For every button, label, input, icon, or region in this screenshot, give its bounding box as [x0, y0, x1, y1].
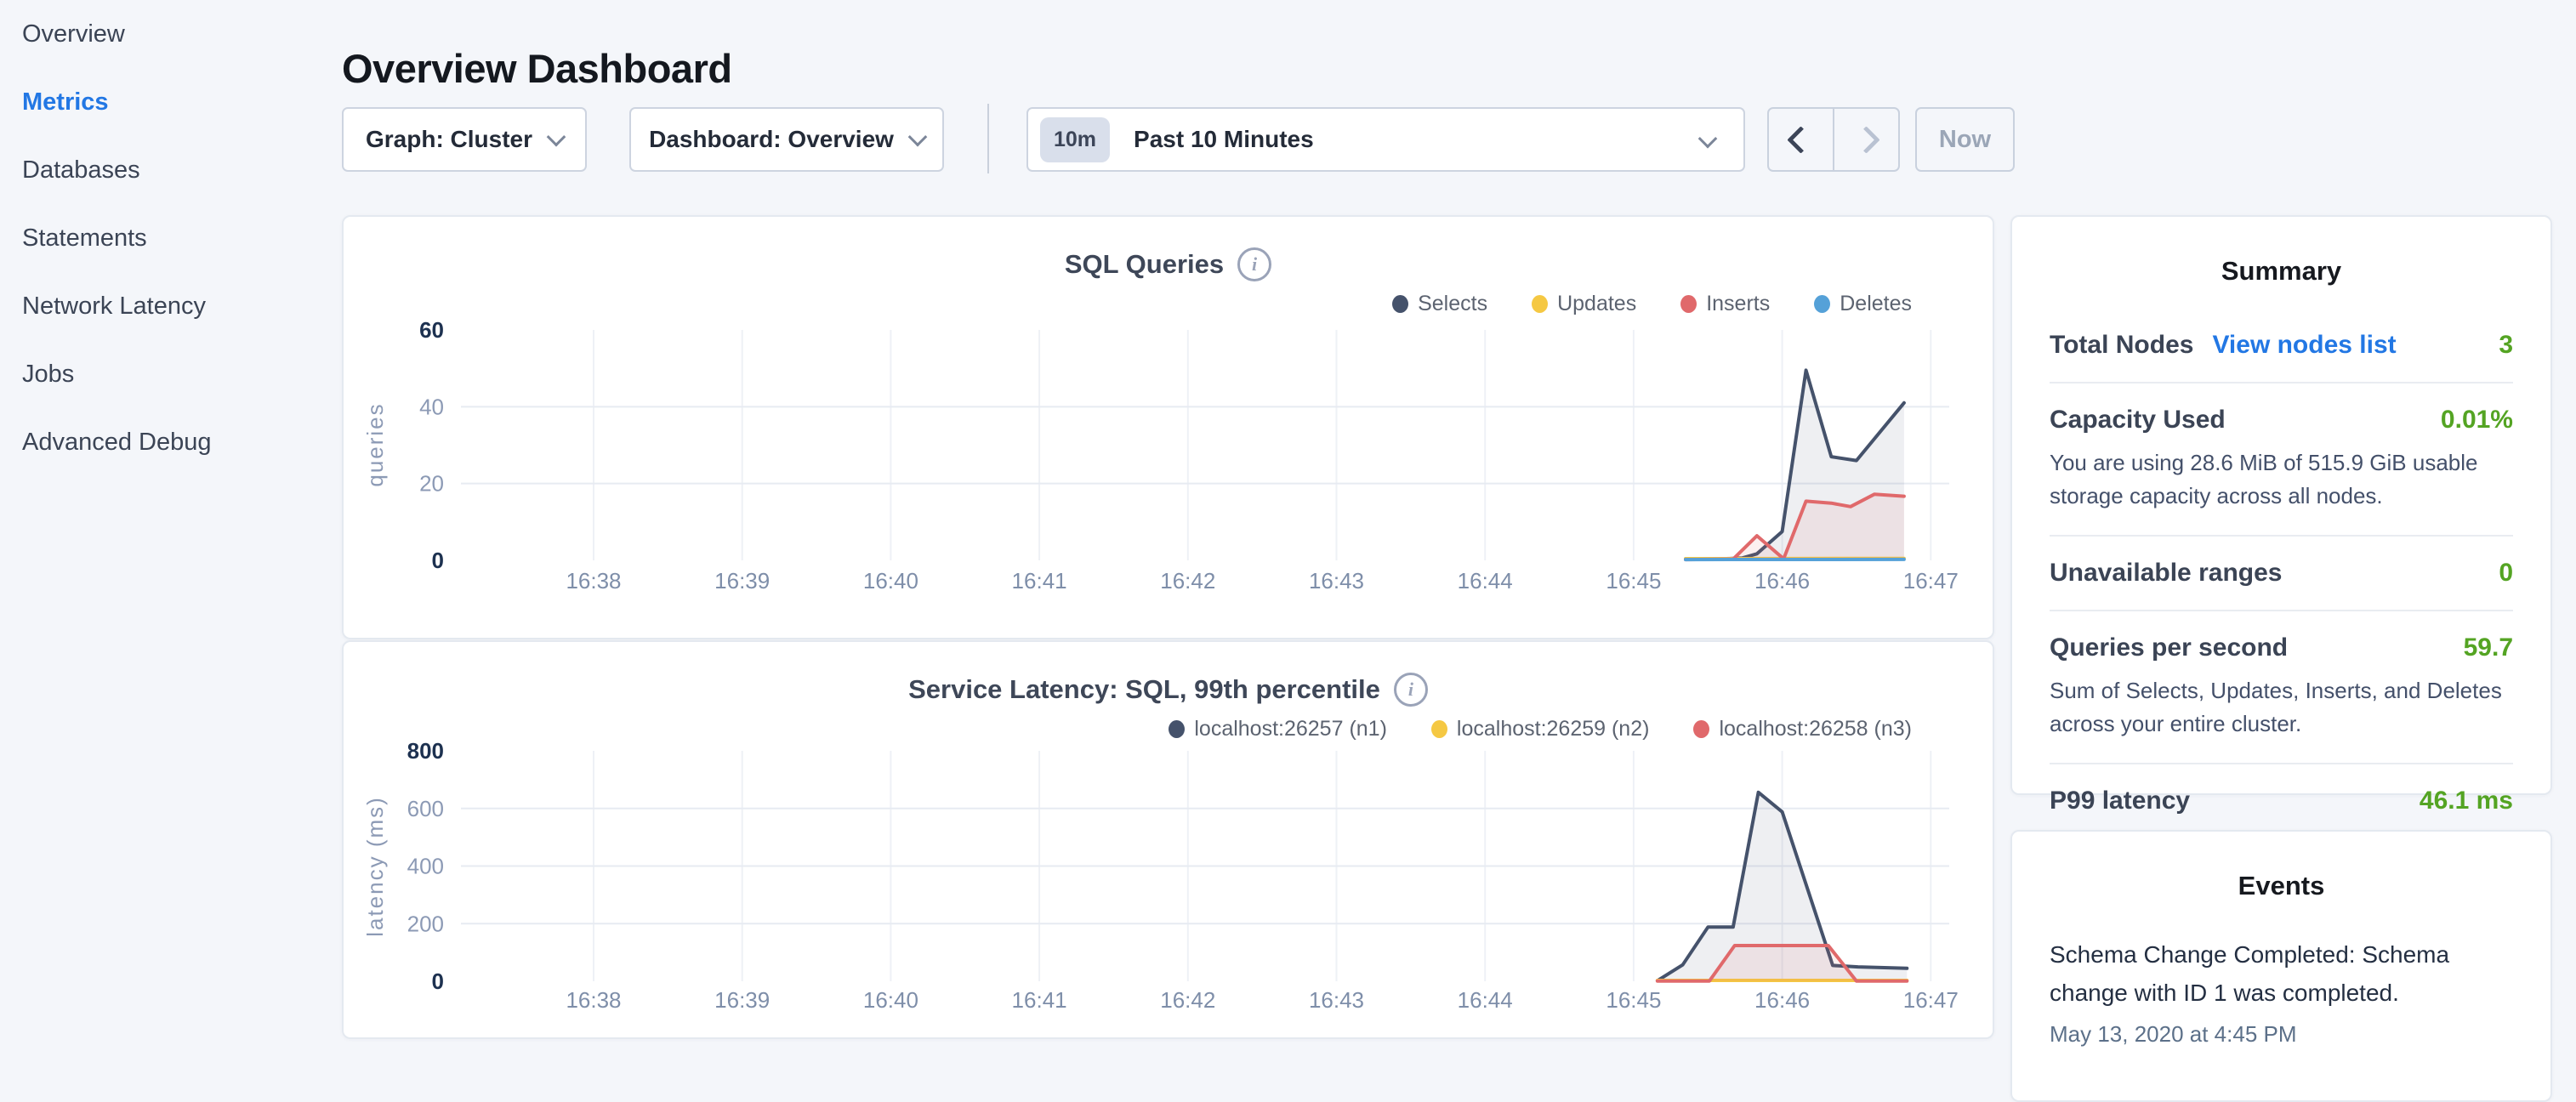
events-title: Events: [2050, 871, 2513, 901]
svg-text:latency (ms): latency (ms): [362, 796, 388, 937]
svg-text:16:43: 16:43: [1309, 568, 1364, 594]
time-back-button[interactable]: [1769, 109, 1833, 170]
summary-row-total-nodes: Total Nodes View nodes list 3: [2050, 331, 2513, 360]
service-latency-chart[interactable]: 0 200 400 600 800 16:38 16:39 16:40 16:41 16:42 16…: [344, 642, 1993, 1037]
summary-label: Queries per second: [2050, 633, 2288, 662]
svg-text:16:47: 16:47: [1903, 987, 1959, 1013]
svg-text:16:42: 16:42: [1160, 987, 1215, 1013]
svg-text:16:44: 16:44: [1458, 568, 1513, 594]
chevron-down-icon: [547, 128, 566, 147]
sql-queries-card: SQL Queries i Selects Updates Inserts De…: [342, 215, 1994, 639]
graph-scope-label: Graph: Cluster: [366, 126, 532, 153]
divider: [2050, 763, 2513, 764]
controls-bar: Graph: Cluster Dashboard: Overview 10m P…: [342, 107, 2043, 172]
sidebar-item-overview[interactable]: Overview: [0, 0, 340, 68]
svg-text:16:44: 16:44: [1458, 987, 1513, 1013]
svg-text:16:38: 16:38: [566, 987, 621, 1013]
graph-scope-dropdown[interactable]: Graph: Cluster: [342, 107, 587, 172]
time-forward-button[interactable]: [1833, 109, 1898, 170]
summary-subtext: You are using 28.6 MiB of 515.9 GiB usab…: [2050, 446, 2513, 513]
event-list-item[interactable]: Schema Change Completed: Schema change w…: [2050, 935, 2513, 1048]
sidebar-item-databases[interactable]: Databases: [0, 136, 340, 204]
summary-panel: Summary Total Nodes View nodes list 3 Ca…: [2010, 215, 2552, 795]
events-panel: Events Schema Change Completed: Schema c…: [2010, 830, 2552, 1102]
sidebar-item-statements[interactable]: Statements: [0, 204, 340, 272]
sql-queries-chart[interactable]: 0 20 40 60 16:38 16:39 16:40 16:41 16:42 16:43 16:…: [344, 217, 1993, 638]
svg-text:16:43: 16:43: [1309, 987, 1364, 1013]
divider: [2050, 610, 2513, 611]
page-title: Overview Dashboard: [342, 45, 732, 92]
svg-text:0: 0: [432, 969, 444, 994]
summary-label: P99 latency: [2050, 787, 2190, 815]
view-nodes-link[interactable]: View nodes list: [2212, 331, 2396, 360]
service-latency-card: Service Latency: SQL, 99th percentile i …: [342, 640, 1994, 1039]
time-range-badge: 10m: [1040, 117, 1110, 162]
event-text: Schema Change Completed: Schema change w…: [2050, 935, 2513, 1013]
svg-text:16:40: 16:40: [863, 568, 918, 594]
svg-text:16:42: 16:42: [1160, 568, 1215, 594]
time-nav-arrows: [1767, 107, 1900, 172]
summary-value: 0: [2499, 559, 2513, 588]
svg-text:16:41: 16:41: [1012, 568, 1067, 594]
svg-text:60: 60: [419, 317, 444, 343]
svg-text:16:39: 16:39: [714, 987, 770, 1013]
summary-subtext: Sum of Selects, Updates, Inserts, and De…: [2050, 674, 2513, 741]
svg-text:400: 400: [407, 854, 444, 879]
summary-row-p99: P99 latency 46.1 ms: [2050, 787, 2513, 815]
svg-text:600: 600: [407, 796, 444, 821]
svg-text:16:39: 16:39: [714, 568, 770, 594]
chevron-right-icon: [1852, 126, 1880, 154]
svg-text:16:47: 16:47: [1903, 568, 1959, 594]
chevron-down-icon: [908, 128, 928, 147]
summary-value: 3: [2499, 331, 2513, 360]
divider: [2050, 382, 2513, 383]
svg-text:queries: queries: [362, 402, 388, 486]
summary-row-qps: Queries per second 59.7 Sum of Selects, …: [2050, 633, 2513, 741]
summary-value: 59.7: [2464, 633, 2513, 662]
chevron-left-icon: [1787, 126, 1815, 154]
svg-text:16:41: 16:41: [1012, 987, 1067, 1013]
sidebar-item-metrics[interactable]: Metrics: [0, 68, 340, 136]
svg-text:16:45: 16:45: [1606, 987, 1661, 1013]
summary-row-capacity: Capacity Used 0.01% You are using 28.6 M…: [2050, 406, 2513, 513]
svg-text:16:40: 16:40: [863, 987, 918, 1013]
dashboard-label: Dashboard: Overview: [649, 126, 894, 153]
svg-text:200: 200: [407, 911, 444, 936]
summary-value: 46.1 ms: [2420, 787, 2513, 815]
time-range-label: Past 10 Minutes: [1134, 126, 1314, 153]
svg-text:40: 40: [419, 394, 444, 419]
time-range-dropdown[interactable]: 10m Past 10 Minutes: [1026, 107, 1745, 172]
svg-text:16:46: 16:46: [1754, 987, 1810, 1013]
svg-text:20: 20: [419, 471, 444, 497]
dashboard-dropdown[interactable]: Dashboard: Overview: [629, 107, 944, 172]
summary-label: Total Nodes: [2050, 331, 2193, 360]
app-root: Overview Metrics Databases Statements Ne…: [0, 0, 2576, 1051]
svg-text:16:38: 16:38: [566, 568, 621, 594]
controls-divider: [987, 104, 989, 173]
summary-label: Capacity Used: [2050, 406, 2226, 435]
sidebar-item-network-latency[interactable]: Network Latency: [0, 272, 340, 340]
svg-text:16:46: 16:46: [1754, 568, 1810, 594]
now-button[interactable]: Now: [1915, 107, 2015, 172]
sidebar-item-advanced-debug[interactable]: Advanced Debug: [0, 408, 340, 476]
svg-text:0: 0: [432, 548, 444, 573]
summary-row-unavailable: Unavailable ranges 0: [2050, 559, 2513, 588]
event-timestamp: May 13, 2020 at 4:45 PM: [2050, 1021, 2513, 1048]
summary-title: Summary: [2050, 256, 2513, 287]
chevron-down-icon: [1698, 129, 1718, 149]
svg-text:800: 800: [407, 738, 444, 764]
divider: [2050, 535, 2513, 537]
summary-value: 0.01%: [2441, 406, 2513, 435]
svg-text:16:45: 16:45: [1606, 568, 1661, 594]
sidebar: Overview Metrics Databases Statements Ne…: [0, 0, 340, 1051]
sidebar-item-jobs[interactable]: Jobs: [0, 340, 340, 408]
summary-label: Unavailable ranges: [2050, 559, 2282, 588]
